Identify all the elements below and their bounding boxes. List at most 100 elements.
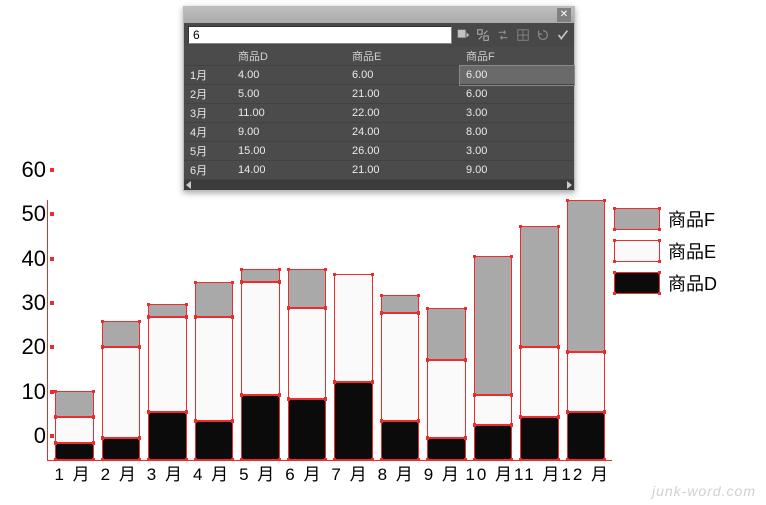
- data-cell[interactable]: 21.00: [346, 85, 460, 104]
- bar[interactable]: [148, 304, 187, 460]
- row-header[interactable]: 6月: [184, 161, 232, 180]
- row-header[interactable]: 2月: [184, 85, 232, 104]
- bar[interactable]: [474, 256, 513, 460]
- bar-segment[interactable]: [241, 282, 280, 395]
- row-header[interactable]: 5月: [184, 142, 232, 161]
- scroll-right-icon[interactable]: [567, 181, 572, 189]
- commit-icon[interactable]: [556, 28, 570, 42]
- bar-segment[interactable]: [288, 269, 327, 308]
- legend: 商品F商品E商品D: [614, 206, 748, 302]
- bar-segment[interactable]: [520, 417, 559, 460]
- data-cell[interactable]: 4.00: [232, 66, 346, 85]
- bar-segment[interactable]: [427, 360, 466, 438]
- bar-segment[interactable]: [474, 256, 513, 395]
- bar-segment[interactable]: [55, 443, 94, 460]
- data-cell[interactable]: 11.00: [232, 104, 346, 123]
- bar-segment[interactable]: [288, 399, 327, 460]
- data-cell[interactable]: 14.00: [232, 161, 346, 180]
- bar-segment[interactable]: [55, 417, 94, 443]
- bar[interactable]: [334, 274, 373, 460]
- x-tick: 9 月: [419, 460, 465, 486]
- col-header[interactable]: 商品D: [232, 47, 346, 66]
- data-cell[interactable]: 6.00: [346, 66, 460, 85]
- data-cell[interactable]: 6.00: [460, 66, 574, 85]
- cell-input[interactable]: [188, 26, 452, 44]
- bar[interactable]: [288, 269, 327, 460]
- bar-segment[interactable]: [334, 274, 373, 382]
- bar-segment[interactable]: [427, 438, 466, 460]
- scroll-left-icon[interactable]: [186, 181, 191, 189]
- data-cell[interactable]: 26.00: [346, 142, 460, 161]
- bar-segment[interactable]: [381, 421, 420, 460]
- bar-segment[interactable]: [148, 304, 187, 317]
- row-header[interactable]: 3月: [184, 104, 232, 123]
- data-table[interactable]: 商品D 商品E 商品F 1月4.006.006.002月5.0021.006.0…: [184, 47, 574, 180]
- table-row[interactable]: 6月14.0021.009.00: [184, 161, 574, 180]
- stacked-bar-chart[interactable]: 0102030405060 1 月2 月3 月4 月5 月6 月7 月8 月9 …: [6, 196, 616, 486]
- bar-segment[interactable]: [148, 412, 187, 460]
- data-cell[interactable]: 9.00: [232, 123, 346, 142]
- bar-segment[interactable]: [288, 308, 327, 399]
- plot-area[interactable]: [48, 200, 612, 460]
- bar-segment[interactable]: [148, 317, 187, 412]
- bar-segment[interactable]: [241, 395, 280, 460]
- bar-segment[interactable]: [334, 382, 373, 460]
- bar-segment[interactable]: [55, 391, 94, 417]
- table-row[interactable]: 5月15.0026.003.00: [184, 142, 574, 161]
- table-row[interactable]: 3月11.0022.003.00: [184, 104, 574, 123]
- bar[interactable]: [102, 321, 141, 460]
- data-cell[interactable]: 24.00: [346, 123, 460, 142]
- col-header[interactable]: 商品E: [346, 47, 460, 66]
- bar-segment[interactable]: [102, 321, 141, 347]
- bar-segment[interactable]: [195, 282, 234, 317]
- bar-segment[interactable]: [520, 347, 559, 416]
- data-cell[interactable]: 9.00: [460, 161, 574, 180]
- bar[interactable]: [427, 308, 466, 460]
- data-cell[interactable]: 22.00: [346, 104, 460, 123]
- bar-segment[interactable]: [474, 425, 513, 460]
- cell-style-icon[interactable]: [516, 28, 530, 42]
- bar[interactable]: [381, 295, 420, 460]
- apply-icon[interactable]: [456, 28, 470, 42]
- bar-segment[interactable]: [474, 395, 513, 425]
- bar-segment[interactable]: [567, 412, 606, 460]
- panel-titlebar[interactable]: ✕: [184, 7, 574, 23]
- bar[interactable]: [567, 200, 606, 460]
- bar-segment[interactable]: [195, 421, 234, 460]
- close-icon[interactable]: ✕: [557, 8, 571, 22]
- bar-segment[interactable]: [195, 317, 234, 421]
- data-cell[interactable]: 3.00: [460, 142, 574, 161]
- table-row[interactable]: 2月5.0021.006.00: [184, 85, 574, 104]
- bar[interactable]: [195, 282, 234, 460]
- bar[interactable]: [55, 391, 94, 460]
- data-cell[interactable]: 21.00: [346, 161, 460, 180]
- watermark: junk-word.com: [652, 483, 756, 499]
- data-cell[interactable]: 3.00: [460, 104, 574, 123]
- data-cell[interactable]: 6.00: [460, 85, 574, 104]
- bar-segment[interactable]: [102, 347, 141, 438]
- data-cell[interactable]: 5.00: [232, 85, 346, 104]
- table-row[interactable]: 1月4.006.006.00: [184, 66, 574, 85]
- horizontal-scrollbar[interactable]: [184, 180, 574, 190]
- table-row[interactable]: 4月9.0024.008.00: [184, 123, 574, 142]
- y-tick: 20: [22, 334, 46, 360]
- data-cell[interactable]: 8.00: [460, 123, 574, 142]
- row-header[interactable]: 4月: [184, 123, 232, 142]
- bar-segment[interactable]: [241, 269, 280, 282]
- bar-segment[interactable]: [427, 308, 466, 360]
- col-header[interactable]: 商品F: [460, 47, 574, 66]
- swap-xy-icon[interactable]: [496, 28, 510, 42]
- bar-segment[interactable]: [567, 352, 606, 413]
- revert-icon[interactable]: [536, 28, 550, 42]
- transpose-icon[interactable]: [476, 28, 490, 42]
- bar-segment[interactable]: [520, 226, 559, 347]
- bar-segment[interactable]: [102, 438, 141, 460]
- bar[interactable]: [520, 226, 559, 460]
- bar-segment[interactable]: [567, 200, 606, 352]
- bar-segment[interactable]: [381, 295, 420, 312]
- row-header[interactable]: 1月: [184, 66, 232, 85]
- bar[interactable]: [241, 269, 280, 460]
- data-cell[interactable]: 15.00: [232, 142, 346, 161]
- bar-segment[interactable]: [381, 313, 420, 421]
- y-tick: 30: [22, 290, 46, 316]
